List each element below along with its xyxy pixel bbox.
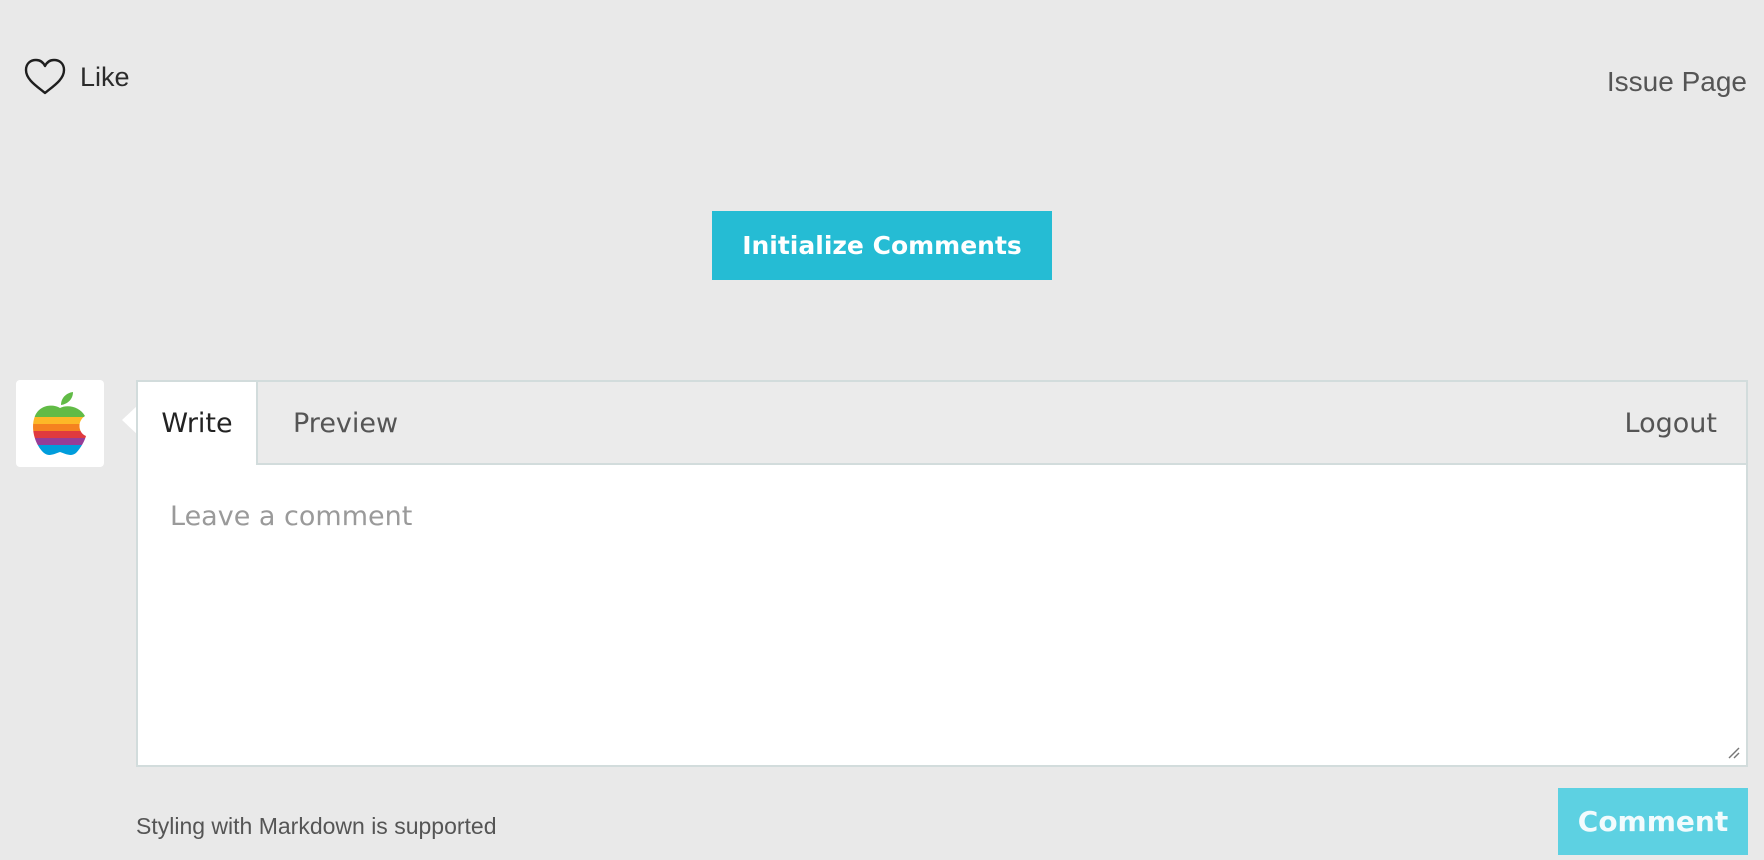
- tab-preview[interactable]: Preview: [293, 382, 398, 465]
- logout-link[interactable]: Logout: [1625, 382, 1717, 465]
- apple-logo-icon: [33, 391, 87, 455]
- initialize-comments-button[interactable]: Initialize Comments: [712, 211, 1052, 280]
- avatar[interactable]: [16, 380, 104, 467]
- tab-write[interactable]: Write: [138, 382, 258, 465]
- markdown-support-note: Styling with Markdown is supported: [136, 813, 497, 839]
- editor-tab-bar: Write Preview Logout: [138, 382, 1746, 465]
- comment-textarea[interactable]: [138, 465, 1746, 765]
- issue-page-link[interactable]: Issue Page: [1607, 66, 1747, 98]
- heart-icon: [24, 58, 66, 96]
- comment-submit-button[interactable]: Comment: [1558, 788, 1748, 855]
- comment-editor: Write Preview Logout: [136, 380, 1748, 767]
- like-button[interactable]: Like: [24, 58, 130, 96]
- resize-grip-icon[interactable]: [1726, 745, 1740, 759]
- like-label: Like: [80, 61, 130, 92]
